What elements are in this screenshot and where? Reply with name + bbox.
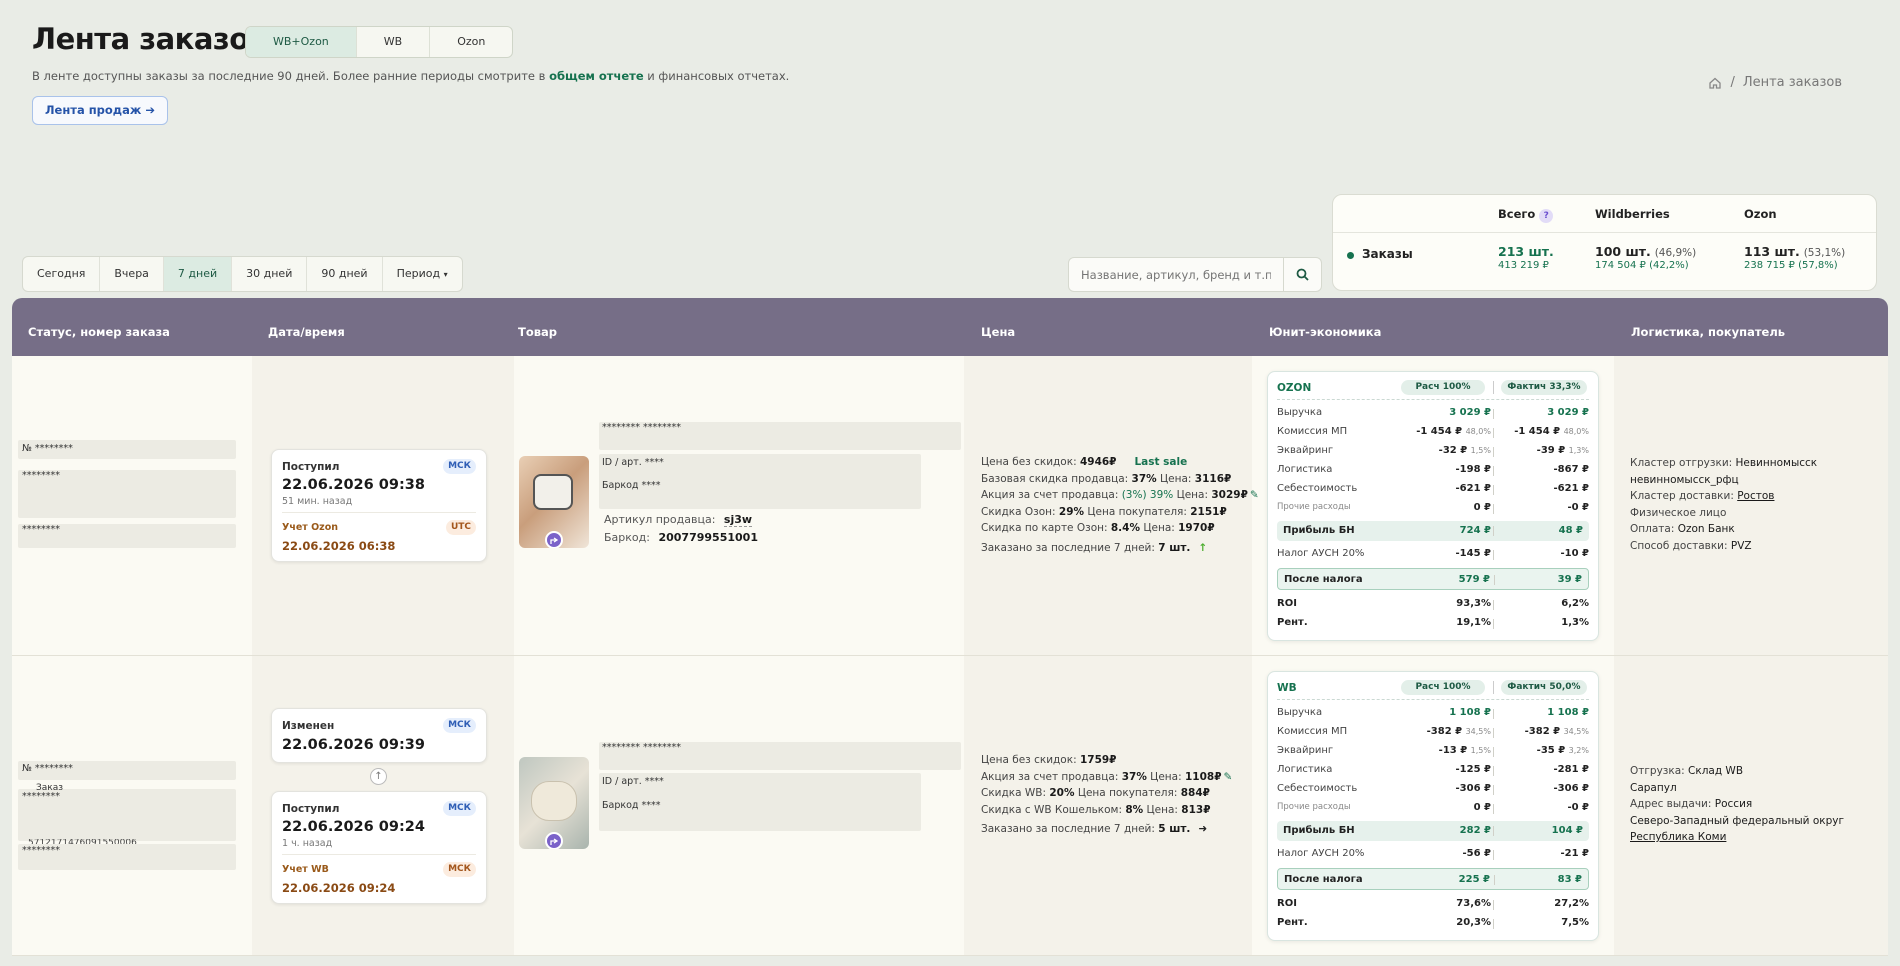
fact-pill[interactable]: Фактич 33,3%: [1501, 380, 1587, 395]
general-report-link[interactable]: общем отчете: [549, 69, 644, 83]
calc-pill[interactable]: Расч 100%: [1401, 680, 1485, 695]
order-number: № ********: [22, 443, 73, 454]
share-icon[interactable]: [545, 531, 563, 548]
search-box: [1068, 257, 1322, 292]
order-date-card: Поступил МСК 22.06.2026 09:24 1 ч. назад…: [271, 791, 487, 904]
seller-article[interactable]: sj3w: [723, 513, 753, 527]
collapse-history-icon[interactable]: ↑: [370, 768, 387, 785]
page-title: Лента заказов: [32, 22, 267, 56]
search-button[interactable]: [1283, 258, 1321, 291]
period-90-days[interactable]: 90 дней: [307, 257, 383, 291]
calc-pill[interactable]: Расч 100%: [1401, 380, 1485, 395]
edit-icon[interactable]: ✎: [1224, 771, 1233, 783]
breadcrumb: / Лента заказов: [1708, 75, 1842, 90]
arrow-right-icon: ➔: [145, 103, 155, 117]
orders-table-header: Статус, номер заказа Дата/время Товар Це…: [12, 298, 1888, 356]
search-input[interactable]: [1069, 258, 1283, 291]
product-image[interactable]: [519, 456, 589, 548]
logistics-info: Отгрузка: Склад WB Сарапул Адрес выдачи:…: [1630, 765, 1844, 843]
order-date-card: Поступил МСК 22.06.2026 09:38 51 мин. на…: [271, 449, 487, 562]
share-icon[interactable]: [545, 832, 563, 849]
status-dot-icon: [1347, 252, 1354, 259]
unit-economics-card: OZON Расч 100% Фактич 33,3% Выручка 3 029…: [1267, 371, 1599, 641]
seg-ozon[interactable]: Ozon: [430, 27, 512, 57]
breadcrumb-current: Лента заказов: [1742, 75, 1842, 90]
price-details: Цена без скидок: 4946₽ Last sale Базовая …: [981, 456, 1259, 554]
period-custom-dropdown[interactable]: Период ▾: [383, 257, 462, 291]
arrow-right-icon: ➜: [1198, 823, 1208, 835]
arrow-up-icon: ↑: [1198, 541, 1208, 554]
product-image[interactable]: [519, 757, 589, 849]
page-subtitle: В ленте доступны заказы за последние 90 …: [32, 69, 790, 83]
fact-pill[interactable]: Фактич 50,0%: [1501, 680, 1587, 695]
edit-icon[interactable]: ✎: [1250, 489, 1259, 501]
search-icon: [1296, 268, 1309, 281]
period-30-days[interactable]: 30 дней: [232, 257, 308, 291]
order-row[interactable]: № ******** Заказ ******** 57121714760915…: [12, 656, 1888, 956]
period-yesterday[interactable]: Вчера: [100, 257, 164, 291]
product-name: ******** ********: [602, 422, 682, 433]
period-today[interactable]: Сегодня: [23, 257, 101, 291]
order-number: № ********: [22, 763, 73, 774]
price-details: Цена без скидок: 1759₽ Акция за счет про…: [981, 754, 1233, 835]
period-7-days[interactable]: 7 дней: [163, 257, 233, 291]
seg-wb-ozon[interactable]: WB+Ozon: [246, 27, 357, 57]
caret-down-icon: ▾: [443, 270, 448, 279]
help-icon[interactable]: ?: [1539, 209, 1554, 223]
seg-wb[interactable]: WB: [357, 27, 431, 57]
logistics-info: Кластер отгрузки: Невинномысск невинномы…: [1630, 457, 1818, 552]
order-changed-card: Изменен МСК 22.06.2026 09:39: [271, 708, 487, 763]
unit-economics-card: WB Расч 100% Фактич 50,0% Выручка 1 108 ₽…: [1267, 671, 1599, 941]
marketplace-switch: WB+Ozon WB Ozon: [245, 26, 514, 58]
order-row[interactable]: № ******** ******** ******** Поступил МС…: [12, 356, 1888, 656]
orders-summary: Всего? Wildberries Ozon Заказы 213 шт. 4…: [1332, 194, 1877, 291]
product-name: ******** ********: [602, 742, 682, 753]
home-icon[interactable]: [1708, 76, 1722, 90]
period-filter: Сегодня Вчера 7 дней 30 дней 90 дней Пер…: [22, 256, 463, 292]
last-sale-badge: Last sale: [1134, 456, 1188, 468]
sales-feed-button[interactable]: Лента продаж ➔: [32, 96, 168, 125]
summary-total-header: Всего?: [1498, 207, 1554, 223]
